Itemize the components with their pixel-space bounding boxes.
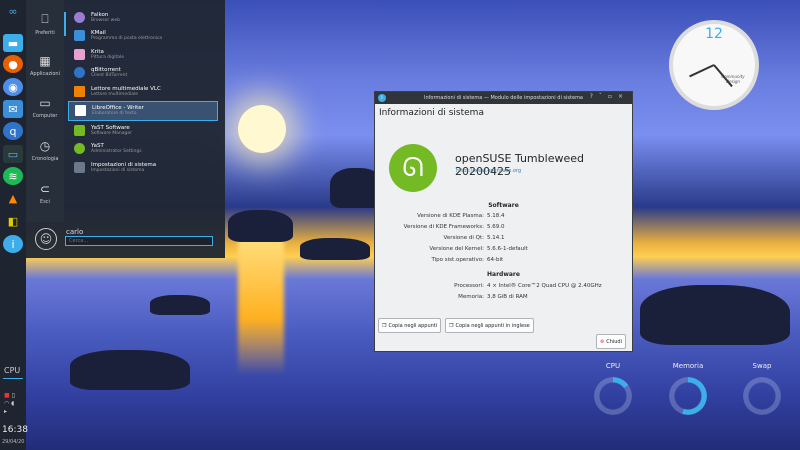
app-yast-software[interactable]: YaST Software Software Manager (68, 121, 218, 139)
cpu-label: CPU (4, 366, 21, 375)
infinity-icon[interactable]: ∞ (3, 2, 23, 20)
writer-icon (75, 105, 86, 116)
opensuse-logo-icon: ᘏ (389, 144, 437, 192)
close-button[interactable]: ⊗ Chiudi (596, 334, 626, 349)
app-krita[interactable]: Krita Pittura digitale (68, 45, 218, 63)
back-icon: ⊂ (39, 182, 51, 196)
cpu-monitor-label: CPU (605, 362, 621, 370)
kmail-icon (74, 30, 85, 41)
settings-icon (74, 161, 85, 173)
chromium-icon[interactable]: ◉ (3, 78, 23, 96)
wallpaper-rock (640, 285, 790, 345)
tray-wifi-icon[interactable]: ◠ (4, 400, 9, 407)
panel-date: 29/04/20 (2, 439, 25, 445)
app-falkon[interactable]: Falkon Browser web (68, 8, 218, 26)
wallpaper-sun-reflection (238, 235, 284, 375)
clock-hour-hand (689, 64, 715, 78)
maximize-icon[interactable]: ▫ (608, 93, 618, 100)
user-avatar-icon[interactable]: ☺ (35, 228, 57, 250)
yast-icon (74, 143, 85, 154)
analog-clock-widget[interactable]: 12 Community Design (669, 20, 759, 110)
launcher-app-list: Falkon Browser web KMail Programma di post… (68, 8, 218, 177)
launcher-user-row: ☺ carlo (26, 222, 225, 258)
cpu-graph (3, 378, 23, 389)
clock-icon: ◷ (39, 139, 51, 153)
mail-icon[interactable]: ✉ (3, 100, 23, 118)
bookmark-icon: ⎕ (41, 12, 49, 26)
hardware-section-title: Hardware (487, 271, 520, 278)
systray: ■ ▯ ◠ ◖ ▸ (4, 392, 15, 416)
vlc-icon[interactable]: ▲ (3, 189, 23, 207)
wallpaper-rock (228, 210, 293, 242)
launcher-categories: ⎕ Preferiti ▦ Applicazioni ▭ Computer ◷ Cron… (26, 0, 66, 222)
panel-clock[interactable]: 16:38 (2, 425, 28, 435)
wallpaper-sun (238, 105, 286, 153)
info-icon[interactable]: i (3, 235, 23, 253)
falkon-icon (74, 11, 85, 23)
monitor-icon: ▭ (39, 96, 51, 110)
clock-twelve: 12 (705, 26, 723, 42)
user-name: carlo (66, 228, 84, 236)
swap-monitor-label: Swap (752, 362, 772, 370)
tray-expand-icon[interactable]: ▸ (4, 408, 7, 415)
minimize-icon[interactable]: ˇ (599, 93, 608, 100)
category-computer[interactable]: ▭ Computer (26, 96, 64, 119)
clock-brand: Community Design (721, 74, 745, 84)
memory-monitor-label: Memoria (672, 362, 704, 370)
copy-to-clipboard-button[interactable]: ❐ Copia negli appunti (378, 318, 442, 333)
krita-icon (74, 48, 85, 60)
notes-icon[interactable]: ◧ (3, 212, 23, 230)
close-circle-icon: ⊗ (600, 338, 605, 345)
app-vlc[interactable]: Lettore multimediale VLC Lettore multimed… (68, 82, 218, 100)
left-panel: ∞ ▬ ● ◉ ✉ q ▭ ≋ ▲ ◧ i CPU ■ ▯ ◠ ◖ ▸ 16:3… (0, 0, 28, 450)
grid-icon: ▦ (39, 54, 51, 68)
vlc-icon (74, 85, 85, 97)
app-libreoffice-writer[interactable]: LibreOffice - Writer Elaboratore di testo (68, 100, 218, 121)
tray-red-icon[interactable]: ■ (4, 392, 10, 399)
category-applicazioni[interactable]: ▦ Applicazioni (26, 54, 64, 77)
dialog-heading: Informazioni di sistema (379, 108, 484, 118)
spotify-icon[interactable]: ≋ (3, 167, 23, 185)
memory-monitor-gauge[interactable] (669, 377, 707, 415)
category-cronologia[interactable]: ◷ Cronologia (26, 139, 64, 162)
copy-icon: ❐ (382, 322, 387, 329)
close-icon[interactable]: × (618, 93, 629, 100)
files-icon[interactable]: ▬ (3, 34, 23, 52)
yast-software-icon (74, 124, 85, 136)
category-preferiti[interactable]: ⎕ Preferiti (26, 12, 66, 36)
tray-battery-icon[interactable]: ▯ (12, 392, 15, 399)
cpu-monitor-gauge[interactable] (594, 377, 632, 415)
os-website-link[interactable]: https://www.opensuse.org (456, 168, 521, 174)
tray-volume-icon[interactable]: ◖ (11, 400, 14, 407)
app-system-settings[interactable]: Impostazioni di sistema Impostazioni di s… (68, 158, 218, 176)
app-qbittorrent[interactable]: qBittorrent Client BitTorrent (68, 64, 218, 82)
window-controls: ?ˇ▫× (590, 93, 629, 100)
swap-monitor-gauge[interactable] (743, 377, 781, 415)
app-kmail[interactable]: KMail Programma di posta elettronica (68, 27, 218, 45)
dialog-titlebar[interactable]: i Informazioni di sistema — Modulo delle… (375, 92, 632, 104)
software-section-title: Software (488, 202, 519, 209)
help-icon[interactable]: ? (590, 93, 599, 100)
qbittorrent-icon (74, 67, 85, 78)
wallpaper-rock (300, 238, 370, 260)
system-info-dialog: i Informazioni di sistema — Modulo delle… (374, 91, 633, 352)
copy-icon: ❐ (449, 322, 454, 329)
launcher-search-input[interactable] (65, 236, 213, 246)
app-yast[interactable]: YaST Administrator Settings (68, 140, 218, 158)
terminal-icon[interactable]: ▭ (3, 145, 23, 163)
qbittorrent-icon[interactable]: q (3, 122, 23, 140)
wallpaper-rock (70, 350, 190, 390)
os-name: openSUSE Tumbleweed 20200425 (455, 152, 584, 178)
firefox-icon[interactable]: ● (3, 55, 23, 73)
category-esci[interactable]: ⊂ Esci (26, 182, 64, 205)
application-launcher: ⎕ Preferiti ▦ Applicazioni ▭ Computer ◷ Cron… (26, 0, 225, 258)
copy-to-clipboard-english-button[interactable]: ❐ Copia negli appunti in inglese (445, 318, 534, 333)
wallpaper-rock (150, 295, 210, 315)
